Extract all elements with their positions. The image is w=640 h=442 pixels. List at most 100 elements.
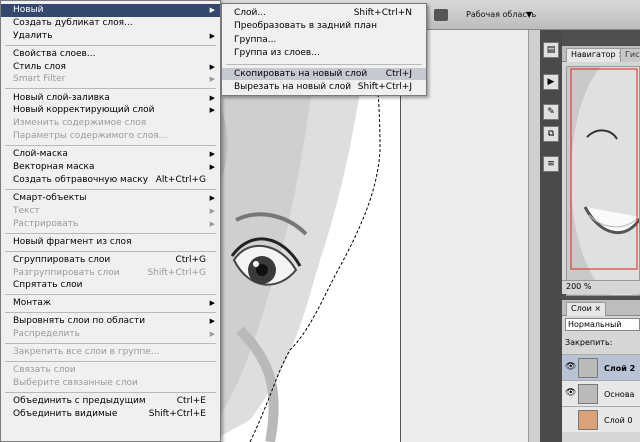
camera-icon[interactable] (434, 9, 448, 21)
menu-item-объединить-видимые[interactable]: Объединить видимые Shift+Ctrl+E (1, 408, 220, 421)
menu-separator (5, 294, 216, 296)
tab-layers-label: Слои (571, 304, 592, 313)
menu-item-преобразовать-в-задний-план[interactable]: Преобразовать в задний план (222, 20, 426, 33)
menu-item-shortcut: Shift+Ctrl+N (353, 8, 412, 18)
menu-item-выровнять-слои-по-области[interactable]: Выровнять слои по области ▶ (1, 315, 220, 328)
menu-item-монтаж[interactable]: Монтаж ▶ (1, 297, 220, 310)
notes-icon[interactable]: ≡ (543, 156, 559, 172)
menu-item-закрепить-все-слои-в-группе[interactable]: Закрепить все слои в группе... (1, 346, 220, 359)
tab-layers[interactable]: Слои × (566, 302, 607, 316)
menu-separator (226, 63, 422, 65)
menu-item-label: Смарт-объекты (13, 192, 87, 203)
lock-label: Закрепить: (565, 338, 613, 347)
menu-item-label: Распределить (13, 329, 80, 340)
menu-item-label: Закрепить все слои в группе... (13, 347, 160, 358)
menu-item-группа-из-слоев[interactable]: Группа из слоев... (222, 47, 426, 60)
menu-item-слой[interactable]: Слой... Shift+Ctrl+N (222, 7, 426, 20)
menu-item-label: Стиль слоя (13, 61, 66, 72)
menu-item-текст[interactable]: Текст ▶ (1, 205, 220, 218)
tab-navigator-label: Навигатор (571, 50, 616, 59)
layer-name: Слой 0 (604, 416, 633, 425)
menu-item-распределить[interactable]: Распределить ▶ (1, 328, 220, 341)
menu-item-создать-обтравочную-маску[interactable]: Создать обтравочную маску Alt+Ctrl+G (1, 174, 220, 187)
menu-item-label: Скопировать на новый слой (234, 68, 368, 79)
menu-item-удалить[interactable]: Удалить ▶ (1, 30, 220, 43)
eye-icon[interactable] (565, 415, 575, 424)
menu-item-новый-корректирующий-слой[interactable]: Новый корректирующий слой ▶ (1, 104, 220, 117)
menu-item-сгруппировать-слои[interactable]: Сгруппировать слои Ctrl+G (1, 254, 220, 267)
menu-item-изменить-содержимое-слоя[interactable]: Изменить содержимое слоя (1, 117, 220, 130)
layer-row[interactable]: Слой 0 (562, 406, 640, 432)
menu-separator (5, 145, 216, 146)
history-icon[interactable]: ▤ (543, 42, 559, 58)
menu-item-векторная-маска[interactable]: Векторная маска ▶ (1, 161, 220, 174)
eye-icon[interactable]: 👁 (565, 389, 576, 398)
menu-item-label: Группа... (234, 34, 277, 45)
menu-item-label: Изменить содержимое слоя (13, 118, 147, 129)
menu-item-smart-filter[interactable]: Smart Filter ▶ (1, 73, 220, 86)
navigator-panel: Навигатор × Гист (562, 46, 640, 296)
menu-item-создать-дубликат-слоя[interactable]: Создать дубликат слоя... (1, 17, 220, 30)
menu-item-shortcut: Alt+Ctrl+G (155, 174, 206, 185)
menu-item-вырезать-на-новый-слой[interactable]: Вырезать на новый слой Shift+Ctrl+J (222, 81, 426, 94)
chevron-down-icon[interactable]: ▼ (526, 10, 532, 19)
layer-thumbnail (578, 358, 598, 378)
chevron-right-icon: ▶ (209, 93, 215, 102)
vertical-scrollbar[interactable] (528, 30, 540, 442)
menu-item-разгруппировать-слои[interactable]: Разгруппировать слои Shift+Ctrl+G (1, 267, 220, 280)
menu-item-label: Параметры содержимого слоя... (13, 131, 168, 142)
brushes-icon[interactable]: ✎ (543, 104, 559, 120)
menu-item-слой-маска[interactable]: Слой-маска ▶ (1, 148, 220, 161)
chevron-right-icon: ▶ (209, 206, 215, 215)
menu-item-label: Новый (13, 5, 44, 15)
clone-source-icon[interactable]: ⧉ (543, 126, 559, 142)
menu-item-растрировать[interactable]: Растрировать ▶ (1, 218, 220, 231)
menu-item-label: Группа из слоев... (234, 48, 320, 59)
menu-item-новый[interactable]: Новый ▶ (1, 4, 220, 17)
menu-item-label: Свойства слоев... (13, 48, 96, 59)
eye-icon[interactable]: 👁 (565, 363, 576, 372)
zoom-value[interactable]: 200 % (566, 282, 591, 291)
layer-row[interactable]: 👁 Основа (562, 380, 640, 406)
menu-item-спрятать-слои[interactable]: Спрятать слои (1, 279, 220, 292)
menu-separator (5, 343, 216, 345)
chevron-right-icon: ▶ (209, 330, 215, 339)
menu-item-выберите-связанные-слои[interactable]: Выберите связанные слои (1, 377, 220, 390)
menu-item-объединить-с-предыдущим[interactable]: Объединить с предыдущим Ctrl+E (1, 395, 220, 408)
menu-item-label: Объединить видимые (13, 409, 118, 420)
menu-item-label: Создать обтравочную маску (13, 174, 149, 185)
navigator-thumbnail[interactable] (566, 66, 640, 296)
menu-item-параметры-содержимого-слоя[interactable]: Параметры содержимого слоя... (1, 130, 220, 143)
menu-item-смарт-объекты[interactable]: Смарт-объекты ▶ (1, 192, 220, 205)
menu-separator (5, 188, 216, 190)
dock-strip: ▤ ▶ ✎ ⧉ ≡ (540, 30, 562, 442)
menu-item-label: Текст (13, 205, 40, 216)
blend-mode-select[interactable]: Нормальный (565, 318, 640, 331)
menu-item-свойства-слоев[interactable]: Свойства слоев... (1, 48, 220, 61)
close-icon[interactable]: × (594, 304, 601, 313)
menu-item-shortcut: Ctrl+J (385, 68, 412, 79)
menu-item-label: Выберите связанные слои (13, 378, 138, 389)
menu-item-связать-слои[interactable]: Связать слои (1, 364, 220, 377)
chevron-right-icon: ▶ (209, 106, 215, 115)
menu-separator (5, 392, 216, 394)
menu-item-label: Растрировать (13, 218, 79, 229)
menu-item-label: Преобразовать в задний план (234, 21, 377, 32)
layer-name: Основа (604, 390, 635, 399)
menu-item-label: Сгруппировать слои (13, 254, 111, 265)
menu-separator (5, 232, 216, 234)
menu-item-label: Разгруппировать слои (13, 267, 120, 278)
menu-item-скопировать-на-новый-слой[interactable]: Скопировать на новый слой Ctrl+J (222, 67, 426, 81)
actions-icon[interactable]: ▶ (543, 74, 559, 90)
chevron-right-icon: ▶ (209, 299, 215, 308)
layer-row[interactable]: 👁 Слой 2 (562, 354, 640, 380)
menu-item-новый-фрагмент-из-слоя[interactable]: Новый фрагмент из слоя (1, 236, 220, 249)
navigator-zoom-bar: 200 % (562, 280, 640, 294)
layers-panel: Слои × Нормальный Закрепить: 👁 Слой 2 👁 … (562, 300, 640, 442)
menu-item-стиль-слоя[interactable]: Стиль слоя ▶ (1, 61, 220, 74)
tab-histogram[interactable]: Гист (620, 48, 640, 62)
menu-item-label: Smart Filter (13, 74, 66, 85)
menu-item-группа[interactable]: Группа... (222, 34, 426, 47)
layer-name: Слой 2 (604, 364, 636, 373)
menu-item-новый-слой-заливка[interactable]: Новый слой-заливка ▶ (1, 92, 220, 105)
